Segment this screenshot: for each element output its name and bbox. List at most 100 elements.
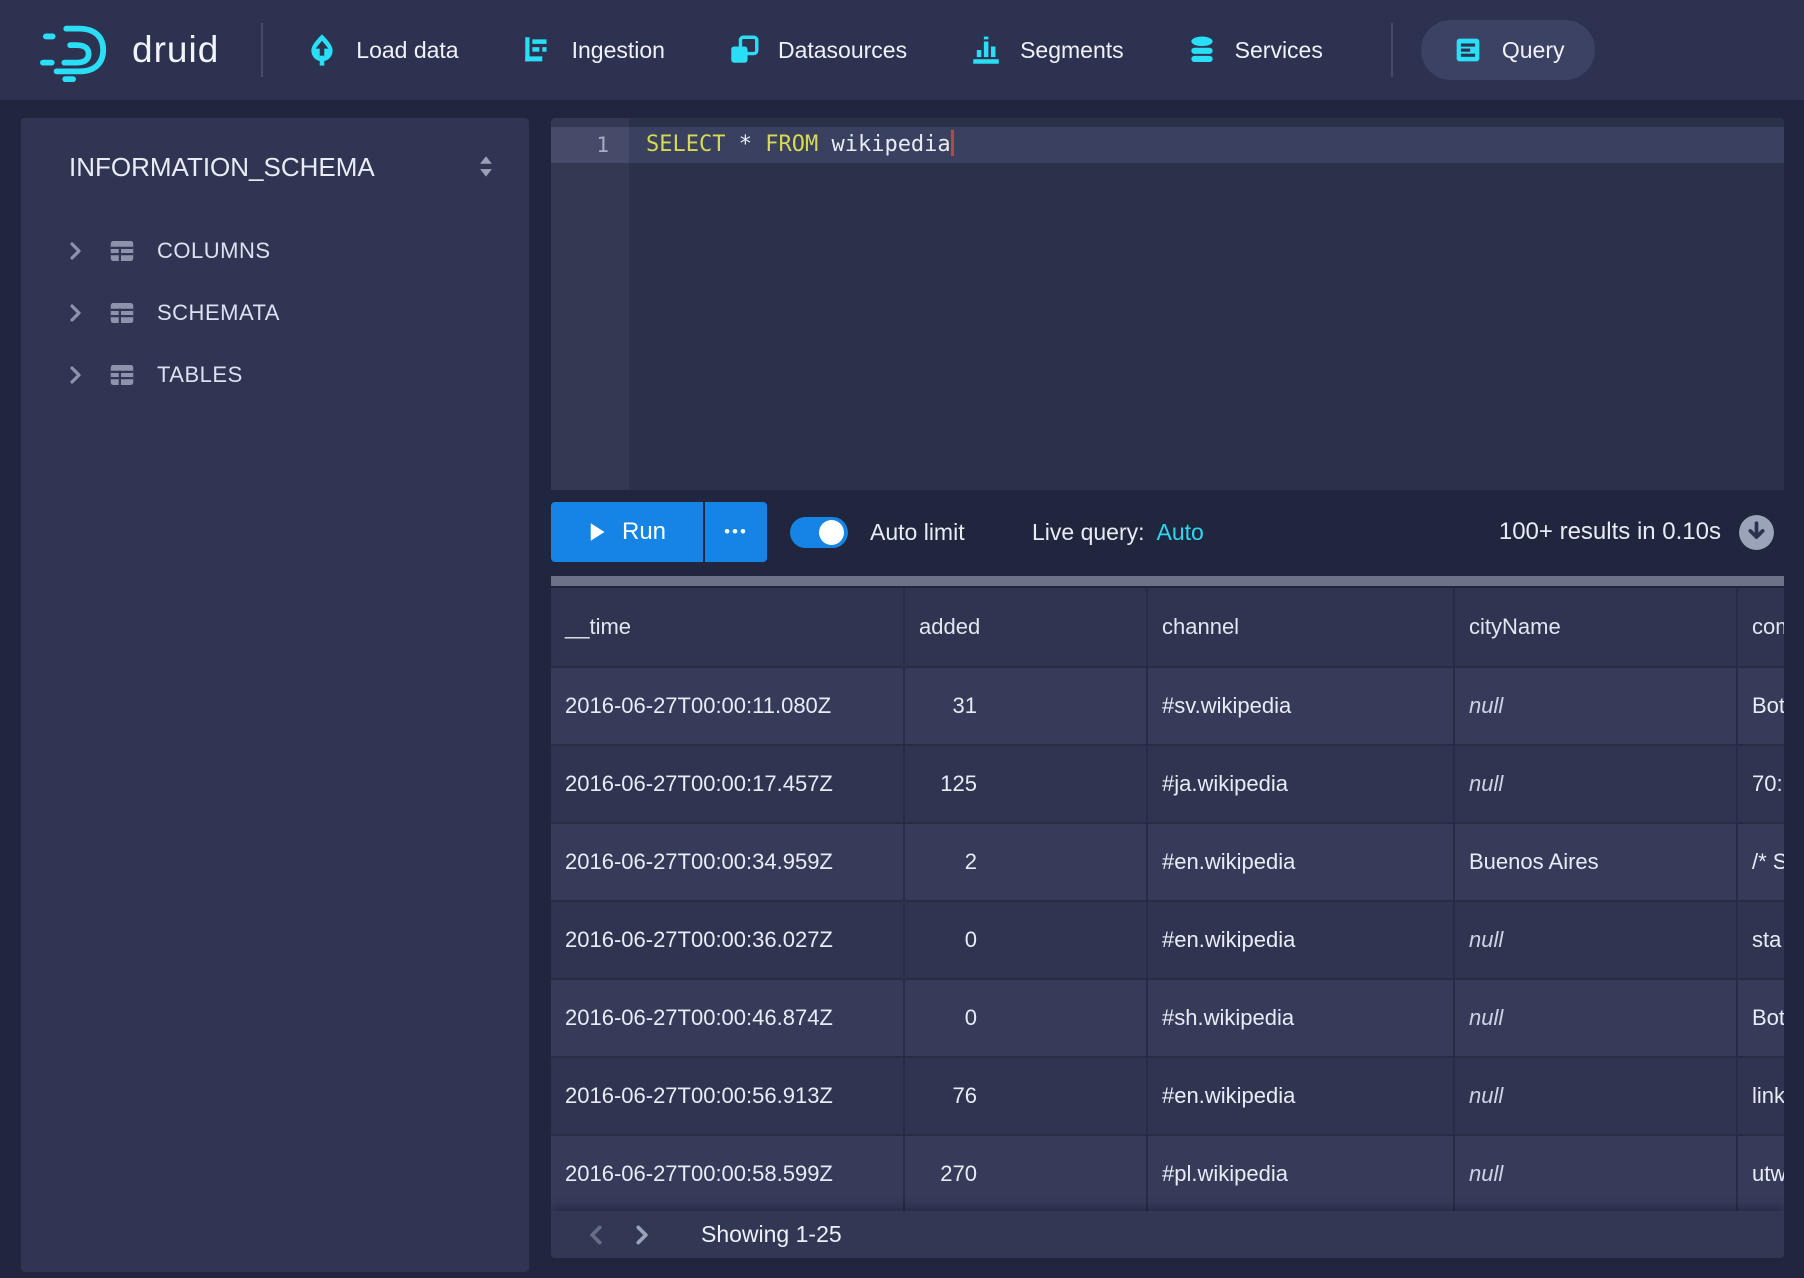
cell-time[interactable]: 2016-06-27T00:00:34.959Z — [551, 824, 905, 900]
cell-added[interactable]: 76 — [905, 1058, 1148, 1134]
cell-comment[interactable]: utw — [1738, 1136, 1784, 1212]
cell-channel[interactable]: #sh.wikipedia — [1148, 980, 1455, 1056]
cell-added[interactable]: 0 — [905, 980, 1148, 1056]
sql-editor[interactable]: 1 SELECT * FROM wikipedia — [551, 118, 1784, 490]
sql-operator: * — [725, 132, 765, 157]
tree-item-label: SCHEMATA — [157, 300, 280, 326]
toggle-track[interactable] — [790, 517, 848, 548]
cell-comment[interactable]: sta — [1738, 902, 1784, 978]
sql-code-line[interactable]: SELECT * FROM wikipedia — [629, 127, 1784, 163]
sql-keyword: FROM — [765, 132, 818, 157]
schema-header: INFORMATION_SCHEMA — [21, 118, 529, 186]
cell-added[interactable]: 2 — [905, 824, 1148, 900]
cell-cityname[interactable]: null — [1455, 1136, 1738, 1212]
pagination-bar: Showing 1-25 — [551, 1211, 1784, 1258]
schema-tree: COLUMNS SCHEMATA — [21, 220, 529, 406]
auto-limit-switch[interactable]: Auto limit — [790, 502, 965, 562]
cell-cityname[interactable]: null — [1455, 746, 1738, 822]
column-header-comment[interactable]: comment — [1738, 588, 1784, 666]
cell-channel[interactable]: #ja.wikipedia — [1148, 746, 1455, 822]
cell-comment[interactable]: Bot — [1738, 668, 1784, 744]
tree-item-label: COLUMNS — [157, 238, 271, 264]
cell-channel[interactable]: #en.wikipedia — [1148, 902, 1455, 978]
cell-added[interactable]: 125 — [905, 746, 1148, 822]
cell-comment[interactable]: link — [1738, 1058, 1784, 1134]
cell-time[interactable]: 2016-06-27T00:00:58.599Z — [551, 1136, 905, 1212]
run-button[interactable]: Run — [551, 502, 703, 562]
live-query-value[interactable]: Auto — [1157, 519, 1204, 546]
column-header-cityname[interactable]: cityName — [1455, 588, 1738, 666]
cell-added[interactable]: 0 — [905, 902, 1148, 978]
nav-item-services[interactable]: Services — [1186, 33, 1323, 67]
table-icon — [107, 236, 137, 266]
cell-channel[interactable]: #pl.wikipedia — [1148, 1136, 1455, 1212]
tree-item-columns[interactable]: COLUMNS — [21, 220, 529, 282]
column-header-time[interactable]: __time — [551, 588, 905, 666]
druid-console: druid Load data — [0, 0, 1804, 1278]
cell-time[interactable]: 2016-06-27T00:00:56.913Z — [551, 1058, 905, 1134]
tree-item-schemata[interactable]: SCHEMATA — [21, 282, 529, 344]
cell-time[interactable]: 2016-06-27T00:00:17.457Z — [551, 746, 905, 822]
datasources-icon — [727, 33, 761, 67]
schema-title: INFORMATION_SCHEMA — [69, 152, 375, 183]
cell-time[interactable]: 2016-06-27T00:00:11.080Z — [551, 668, 905, 744]
nav-item-label: Services — [1235, 37, 1323, 64]
nav-item-label: Load data — [356, 37, 458, 64]
cell-cityname[interactable]: null — [1455, 902, 1738, 978]
run-button-label: Run — [622, 518, 666, 546]
tree-item-tables[interactable]: TABLES — [21, 344, 529, 406]
editor-active-line: 1 SELECT * FROM wikipedia — [551, 127, 1784, 163]
cell-comment[interactable]: Bot — [1738, 980, 1784, 1056]
services-icon — [1186, 33, 1218, 67]
schema-sidebar: INFORMATION_SCHEMA — [21, 118, 529, 1272]
run-more-button[interactable]: ••• — [705, 502, 767, 562]
druid-logo[interactable]: druid — [36, 16, 219, 84]
cell-channel[interactable]: #sv.wikipedia — [1148, 668, 1455, 744]
panel-splitter[interactable] — [551, 576, 1784, 586]
upload-icon — [305, 33, 339, 67]
nav-item-segments[interactable]: Segments — [969, 33, 1124, 67]
cell-comment[interactable]: 70: — [1738, 746, 1784, 822]
nav-item-datasources[interactable]: Datasources — [727, 33, 907, 67]
live-query-label: Live query: — [1032, 519, 1145, 546]
nav-item-label: Segments — [1020, 37, 1124, 64]
nav-separator — [1391, 23, 1393, 77]
sort-toggle-icon[interactable] — [469, 148, 503, 186]
ingestion-icon — [521, 33, 555, 67]
nav-item-query[interactable]: Query — [1421, 20, 1595, 80]
nav-item-label: Datasources — [778, 37, 907, 64]
cell-channel[interactable]: #en.wikipedia — [1148, 1058, 1455, 1134]
column-header-channel[interactable]: channel — [1148, 588, 1455, 666]
toggle-knob — [819, 520, 844, 545]
nav-item-ingestion[interactable]: Ingestion — [521, 33, 665, 67]
cell-cityname[interactable]: null — [1455, 980, 1738, 1056]
table-icon — [107, 360, 137, 390]
sql-identifier: wikipedia — [818, 132, 950, 157]
nav-item-load-data[interactable]: Load data — [305, 33, 458, 67]
cell-added-value: 125 — [919, 771, 977, 797]
cell-cityname[interactable]: Buenos Aires — [1455, 824, 1738, 900]
cell-time[interactable]: 2016-06-27T00:00:46.874Z — [551, 980, 905, 1056]
cell-comment[interactable]: /* S — [1738, 824, 1784, 900]
table-header-row: __time added channel cityName comment — [551, 588, 1784, 668]
druid-logo-icon — [36, 16, 114, 84]
table-row: 2016-06-27T00:00:36.027Z 0 #en.wikipedia… — [551, 902, 1784, 980]
chevron-right-icon — [63, 239, 87, 263]
cell-added-value: 0 — [919, 1005, 977, 1031]
cell-cityname[interactable]: null — [1455, 1058, 1738, 1134]
top-nav: druid Load data — [0, 0, 1804, 100]
editor-gutter — [551, 118, 629, 490]
cell-time[interactable]: 2016-06-27T00:00:36.027Z — [551, 902, 905, 978]
download-icon[interactable] — [1737, 513, 1776, 552]
cell-added-value: 76 — [919, 1083, 977, 1109]
chevron-right-icon — [63, 301, 87, 325]
cell-cityname[interactable]: null — [1455, 668, 1738, 744]
cell-added[interactable]: 270 — [905, 1136, 1148, 1212]
cell-channel[interactable]: #en.wikipedia — [1148, 824, 1455, 900]
column-header-added[interactable]: added — [905, 588, 1148, 666]
table-icon — [107, 298, 137, 328]
next-page-button[interactable] — [619, 1215, 663, 1255]
tree-item-label: TABLES — [157, 362, 243, 388]
cell-added[interactable]: 31 — [905, 668, 1148, 744]
prev-page-button[interactable] — [575, 1215, 619, 1255]
